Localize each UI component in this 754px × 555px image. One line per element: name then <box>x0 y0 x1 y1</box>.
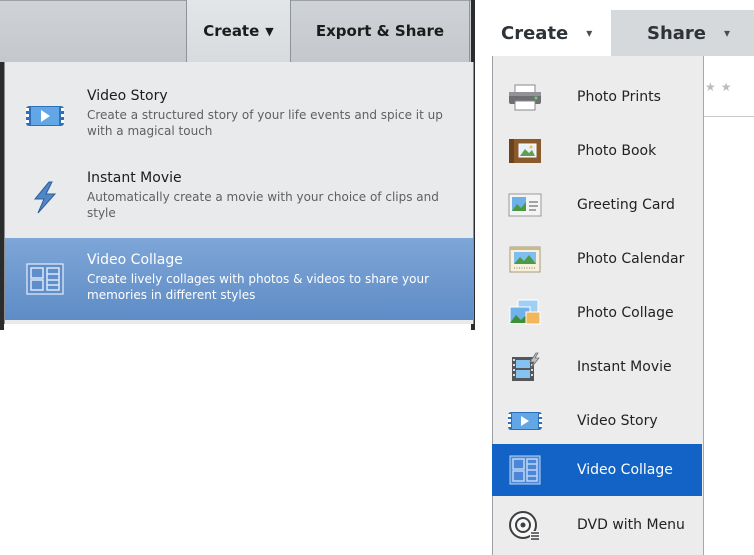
menu-item-label: Instant Movie <box>577 359 672 375</box>
menu-item-label: DVD with Menu <box>577 517 685 533</box>
star-rating-icon[interactable]: ★★ <box>705 80 737 94</box>
menu-item-label: Video Collage <box>577 462 673 478</box>
calendar-icon <box>506 243 544 275</box>
instant-movie-icon <box>506 351 544 383</box>
menu-item-label: Photo Prints <box>577 89 661 105</box>
tab-export-share[interactable]: Export & Share <box>290 0 470 62</box>
menu-item-description: Create lively collages with photos & vid… <box>87 272 430 302</box>
video-story-icon <box>506 405 544 437</box>
tab-export-share-label: Export & Share <box>315 22 445 40</box>
menu-item-video-collage[interactable]: Video Collage Create lively collages wit… <box>5 238 473 320</box>
menu-item-photo-book[interactable]: Photo Book <box>492 124 702 178</box>
menu-item-photo-calendar[interactable]: Photo Calendar <box>492 232 702 286</box>
printer-icon <box>506 81 544 113</box>
video-collage-icon <box>25 262 65 296</box>
tab-share-label: Share <box>647 22 707 44</box>
menu-item-dvd-with-menu[interactable]: DVD with Menu <box>492 498 702 552</box>
menu-item-video-story[interactable]: Video Story Create a structured story of… <box>5 74 473 156</box>
chevron-down-icon: ▼ <box>265 24 274 38</box>
menu-item-video-collage[interactable]: Video Collage <box>492 444 702 496</box>
menu-item-label: Photo Book <box>577 143 657 159</box>
create-menu-panel-compact: Create ▾ Share ▾ ★★ Photo Prints Photo B… <box>487 0 754 555</box>
menu-item-greeting-card[interactable]: Greeting Card <box>492 178 702 232</box>
menu-item-video-story[interactable]: Video Story <box>492 394 702 448</box>
photo-collage-icon <box>506 297 544 329</box>
menu-item-title: Video Story <box>87 88 168 104</box>
menu-item-photo-prints[interactable]: Photo Prints <box>492 70 702 124</box>
chevron-down-icon: ▾ <box>586 26 593 40</box>
menu-item-description: Automatically create a movie with your c… <box>87 190 439 220</box>
lightning-icon <box>25 180 65 214</box>
chevron-down-icon: ▾ <box>724 26 731 40</box>
menu-item-photo-collage[interactable]: Photo Collage <box>492 286 702 340</box>
tab-share[interactable]: Share ▾ <box>611 10 754 56</box>
dvd-icon <box>506 509 544 541</box>
create-menu-panel-expanded: Create ▼ Export & Share Video Story Crea… <box>0 0 475 330</box>
menu-item-label: Photo Calendar <box>577 251 685 267</box>
menu-item-description: Create a structured story of your life e… <box>87 108 443 138</box>
menu-item-instant-movie[interactable]: Instant Movie <box>492 340 702 394</box>
tab-create-label: Create <box>501 22 569 44</box>
create-dropdown-menu: Video Story Create a structured story of… <box>4 62 474 324</box>
menu-item-instant-movie[interactable]: Instant Movie Automatically create a mov… <box>5 156 473 238</box>
divider <box>703 56 704 555</box>
menu-item-title: Video Collage <box>87 252 183 268</box>
divider <box>703 116 754 117</box>
tab-create[interactable]: Create ▾ <box>487 10 611 56</box>
menu-item-label: Greeting Card <box>577 197 675 213</box>
content-area <box>703 56 754 555</box>
video-story-icon <box>25 98 65 132</box>
menu-item-label: Photo Collage <box>577 305 674 321</box>
tab-create[interactable]: Create ▼ <box>186 0 290 62</box>
menu-item-label: Video Story <box>577 413 658 429</box>
menu-item-title: Instant Movie <box>87 170 182 186</box>
video-collage-icon <box>506 454 544 486</box>
greeting-card-icon <box>506 189 544 221</box>
photo-book-icon <box>506 135 544 167</box>
tab-create-label: Create <box>203 22 260 40</box>
